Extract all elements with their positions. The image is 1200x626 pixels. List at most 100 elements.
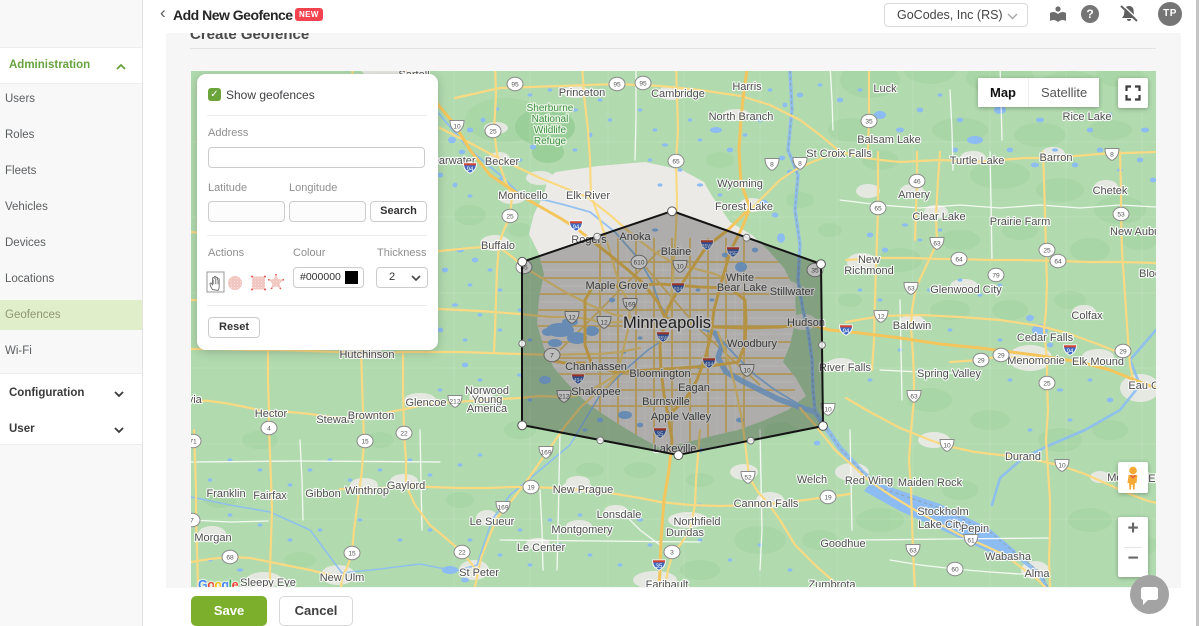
svg-text:68: 68	[226, 554, 234, 561]
svg-text:7: 7	[191, 517, 194, 524]
svg-text:Refuge: Refuge	[534, 136, 567, 147]
svg-text:Sherburne: Sherburne	[527, 103, 574, 114]
svg-text:35: 35	[656, 564, 663, 570]
svg-text:10: 10	[1058, 463, 1066, 470]
svg-text:Olivia: Olivia	[191, 394, 203, 406]
svg-text:Rice Lake: Rice Lake	[1063, 111, 1112, 123]
svg-text:Becker: Becker	[485, 156, 520, 168]
svg-text:Montgomery: Montgomery	[551, 524, 613, 536]
svg-text:America: America	[467, 403, 508, 415]
svg-text:10: 10	[824, 407, 832, 414]
svg-text:Winthrop: Winthrop	[345, 485, 389, 497]
svg-text:Le Sueur: Le Sueur	[470, 516, 515, 528]
svg-text:4: 4	[267, 425, 271, 432]
svg-text:29: 29	[977, 357, 985, 364]
svg-text:Red Wing: Red Wing	[845, 475, 893, 487]
svg-text:Zumbrota: Zumbrota	[808, 579, 856, 587]
svg-text:15: 15	[348, 550, 356, 557]
svg-text:79: 79	[992, 272, 1000, 279]
svg-text:Buffalo: Buffalo	[481, 240, 515, 252]
svg-text:Forest Lake: Forest Lake	[715, 201, 773, 213]
svg-text:New Prague: New Prague	[553, 484, 614, 496]
svg-text:29: 29	[997, 352, 1005, 359]
svg-text:Monticello: Monticello	[498, 190, 548, 202]
svg-text:Lonsdale: Lonsdale	[597, 509, 642, 521]
svg-text:3: 3	[670, 549, 674, 556]
svg-text:Balsam Lake: Balsam Lake	[857, 134, 921, 146]
svg-text:Lake City: Lake City	[918, 519, 964, 531]
svg-text:25: 25	[489, 128, 497, 135]
svg-text:Harris: Harris	[732, 81, 762, 93]
svg-text:Cambridge: Cambridge	[651, 88, 705, 100]
svg-text:95: 95	[511, 81, 519, 88]
svg-text:St Peter: St Peter	[459, 567, 499, 579]
svg-text:Sleepy Eye: Sleepy Eye	[240, 577, 296, 587]
svg-text:Welch: Welch	[797, 474, 827, 486]
svg-text:94: 94	[573, 225, 580, 231]
svg-text:95: 95	[639, 80, 647, 87]
svg-text:25: 25	[1043, 247, 1051, 254]
svg-text:60: 60	[951, 566, 959, 573]
svg-text:10: 10	[943, 443, 951, 450]
svg-text:212: 212	[449, 399, 460, 406]
svg-text:St Croix Falls: St Croix Falls	[806, 148, 872, 160]
svg-text:19: 19	[824, 494, 832, 501]
svg-text:Morgan: Morgan	[194, 532, 231, 544]
svg-text:Hutchinson: Hutchinson	[339, 349, 394, 361]
svg-text:Wyoming: Wyoming	[717, 178, 763, 190]
svg-text:63: 63	[933, 241, 941, 248]
svg-text:Luck: Luck	[873, 83, 897, 95]
svg-text:Elk River: Elk River	[566, 190, 610, 202]
svg-text:29: 29	[1119, 348, 1127, 355]
svg-text:Dundas: Dundas	[666, 527, 704, 539]
svg-text:Elk Mound: Elk Mound	[1072, 356, 1124, 368]
svg-text:Glencoe: Glencoe	[406, 397, 447, 409]
svg-text:25: 25	[506, 213, 514, 220]
svg-text:Wabasha: Wabasha	[985, 551, 1032, 563]
svg-text:94: 94	[467, 167, 474, 173]
svg-text:Barron: Barron	[1039, 152, 1072, 164]
svg-text:8: 8	[798, 161, 802, 168]
svg-text:North Branch: North Branch	[709, 111, 774, 123]
svg-text:53: 53	[1117, 211, 1125, 218]
svg-text:Clear Lake: Clear Lake	[912, 211, 965, 223]
svg-text:169: 169	[497, 505, 508, 512]
svg-text:63: 63	[907, 286, 915, 293]
svg-text:Le Center: Le Center	[517, 542, 566, 554]
svg-text:Gaylord: Gaylord	[387, 480, 426, 492]
svg-text:65: 65	[672, 158, 680, 165]
svg-text:New Auburn: New Auburn	[1110, 226, 1156, 238]
svg-text:River Falls: River Falls	[819, 362, 871, 374]
svg-text:Stockholm: Stockholm	[917, 506, 968, 518]
svg-text:Richmond: Richmond	[844, 265, 894, 277]
svg-text:65: 65	[874, 205, 882, 212]
svg-text:Durand: Durand	[1005, 451, 1041, 463]
svg-text:8: 8	[1110, 152, 1114, 159]
svg-text:10: 10	[453, 124, 461, 131]
svg-text:Amery: Amery	[898, 189, 930, 201]
svg-text:94: 94	[843, 329, 850, 335]
svg-text:Prairie Farm: Prairie Farm	[990, 216, 1051, 228]
svg-text:Baldwin: Baldwin	[893, 320, 932, 332]
svg-text:Pepin: Pepin	[961, 523, 989, 535]
svg-text:Franklin: Franklin	[206, 488, 245, 500]
svg-text:35: 35	[865, 118, 873, 125]
svg-text:46: 46	[913, 178, 921, 185]
svg-text:Goodhue: Goodhue	[820, 538, 865, 550]
svg-text:Wildlife: Wildlife	[534, 125, 567, 136]
svg-text:Cedar Falls: Cedar Falls	[1017, 332, 1074, 344]
svg-text:New Ulm: New Ulm	[320, 572, 365, 584]
svg-text:94: 94	[1067, 349, 1074, 355]
svg-text:Gibbon: Gibbon	[305, 488, 340, 500]
svg-text:Colfax: Colfax	[1071, 310, 1103, 322]
svg-text:Maiden Rock: Maiden Rock	[898, 477, 963, 489]
svg-text:Faribault: Faribault	[646, 579, 689, 587]
svg-text:Alma: Alma	[1024, 568, 1050, 580]
svg-text:22: 22	[400, 430, 408, 437]
svg-text:Brownton: Brownton	[348, 410, 394, 422]
svg-text:63: 63	[910, 394, 918, 401]
svg-text:71: 71	[191, 438, 197, 445]
svg-text:Chetek: Chetek	[1093, 185, 1128, 197]
svg-text:National: National	[532, 114, 569, 125]
svg-text:Princeton: Princeton	[559, 87, 605, 99]
